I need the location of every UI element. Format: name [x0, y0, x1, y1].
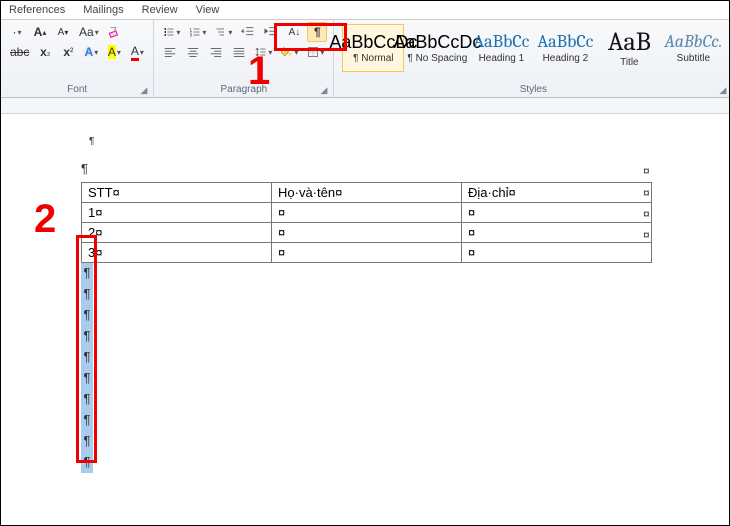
style-title[interactable]: AaBTitle	[598, 24, 660, 72]
font-dialog-launcher[interactable]: ◢	[140, 85, 147, 96]
superscript-button[interactable]: x²	[58, 42, 78, 62]
document-page[interactable]: ¶ ¶ STT¤ Họ·và·tên¤ Địa·chỉ¤ 1¤ ¤ ¤ 2¤ ¤…	[1, 114, 729, 524]
paragraph-mark: ¶	[81, 347, 93, 368]
svg-text:3: 3	[190, 33, 192, 37]
row-end-mark: ¤	[643, 207, 650, 221]
align-right-icon	[209, 45, 223, 59]
paragraph-mark: ¶	[81, 410, 93, 431]
table-cell[interactable]: 3¤	[82, 243, 272, 263]
table-row[interactable]: 3¤ ¤ ¤	[82, 243, 652, 263]
table-cell[interactable]: ¤	[462, 243, 652, 263]
table-cell[interactable]: STT¤	[82, 183, 272, 203]
tab-mailings[interactable]: Mailings	[83, 4, 123, 16]
styles-gallery[interactable]: AaBbCcDc¶ Normal AaBbCcDc¶ No Spacing Aa…	[340, 22, 726, 74]
eraser-icon	[108, 25, 122, 39]
row-end-mark: ¤	[643, 164, 650, 178]
cut-placeholder[interactable]: ·▾	[7, 22, 27, 42]
paragraph-mark: ¶	[81, 389, 93, 410]
style-heading2[interactable]: AaBbCcHeading 2	[534, 24, 596, 72]
callout-number-2: 2	[34, 197, 56, 242]
shading-button[interactable]: ▾	[278, 42, 301, 62]
row-end-mark: ¤	[643, 228, 650, 242]
table-cell[interactable]: ¤	[272, 223, 462, 243]
outdent-icon	[241, 25, 255, 39]
borders-button[interactable]: ▾	[304, 42, 327, 62]
paragraph-mark: ¶	[89, 136, 729, 147]
paragraph-mark: ¶	[81, 284, 93, 305]
paragraph-dialog-launcher[interactable]: ◢	[320, 85, 327, 96]
change-case-button[interactable]: Aa▾	[76, 22, 102, 42]
tab-review[interactable]: Review	[142, 4, 178, 16]
paragraph-mark: ¶	[81, 368, 93, 389]
justify-button[interactable]	[229, 42, 249, 62]
style-no-spacing[interactable]: AaBbCcDc¶ No Spacing	[406, 24, 468, 72]
clear-format-button[interactable]	[105, 22, 125, 42]
align-center-icon	[186, 45, 200, 59]
paragraph-mark: ¶	[81, 431, 93, 452]
selected-paragraphs[interactable]: ¶ ¶ ¶ ¶ ¶ ¶ ¶ ¶ ¶ ¶	[81, 263, 93, 473]
strike-button[interactable]: abc	[7, 42, 32, 62]
ribbon: ·▾ A▴ A▾ Aa▾ abc x₂ x² A▾ A▾ A▾ Font◢ ▾ …	[1, 20, 729, 98]
font-color-button[interactable]: A▾	[127, 42, 147, 62]
subscript-button[interactable]: x₂	[35, 42, 55, 62]
bullets-icon	[163, 25, 175, 39]
outdent-button[interactable]	[238, 22, 258, 42]
paragraph-mark: ¶	[81, 452, 93, 473]
table-cell[interactable]: 2¤	[82, 223, 272, 243]
table-cell[interactable]: ¤	[272, 243, 462, 263]
table-cell[interactable]: Địa·chỉ¤	[462, 183, 652, 203]
bucket-icon	[281, 45, 293, 59]
show-hide-button[interactable]: ¶	[307, 22, 327, 42]
bullets-button[interactable]: ▾	[160, 22, 183, 42]
tab-view[interactable]: View	[196, 4, 220, 16]
table-cell[interactable]: Họ·và·tên¤	[272, 183, 462, 203]
numbering-button[interactable]: 123▾	[186, 22, 209, 42]
content-table[interactable]: STT¤ Họ·và·tên¤ Địa·chỉ¤ 1¤ ¤ ¤ 2¤ ¤ ¤ 3…	[81, 182, 652, 263]
paragraph-mark: ¶	[81, 263, 93, 284]
paragraph-mark: ¶	[81, 305, 93, 326]
highlight-button[interactable]: A▾	[104, 42, 124, 62]
paragraph-mark: ¶	[81, 161, 729, 176]
callout-number-1: 1	[248, 49, 270, 94]
align-left-button[interactable]	[160, 42, 180, 62]
indent-button[interactable]	[261, 22, 281, 42]
align-center-button[interactable]	[183, 42, 203, 62]
font-group-label: Font	[67, 84, 87, 95]
row-end-mark: ¤	[643, 186, 650, 200]
table-cell[interactable]: ¤	[462, 203, 652, 223]
align-left-icon	[163, 45, 177, 59]
shrink-font-button[interactable]: A▾	[53, 22, 73, 42]
style-subtitle[interactable]: AaBbCc.Subtitle	[662, 24, 724, 72]
multilevel-icon	[215, 25, 227, 39]
styles-group-label: Styles	[520, 84, 547, 95]
justify-icon	[232, 45, 246, 59]
styles-dialog-launcher[interactable]: ◢	[719, 85, 726, 96]
text-effects-button[interactable]: A▾	[81, 42, 101, 62]
table-row[interactable]: STT¤ Họ·và·tên¤ Địa·chỉ¤	[82, 183, 652, 203]
table-cell[interactable]: ¤	[462, 223, 652, 243]
style-heading1[interactable]: AaBbCcHeading 1	[470, 24, 532, 72]
borders-icon	[307, 45, 319, 59]
ribbon-tabs: References Mailings Review View	[1, 1, 729, 20]
multilevel-button[interactable]: ▾	[212, 22, 235, 42]
ruler[interactable]	[1, 98, 729, 114]
align-right-button[interactable]	[206, 42, 226, 62]
numbering-icon: 123	[189, 25, 201, 39]
table-row[interactable]: 2¤ ¤ ¤	[82, 223, 652, 243]
table-row[interactable]: 1¤ ¤ ¤	[82, 203, 652, 223]
table-cell[interactable]: 1¤	[82, 203, 272, 223]
grow-font-button[interactable]: A▴	[30, 22, 50, 42]
tab-references[interactable]: References	[9, 4, 65, 16]
sort-button[interactable]: A↓	[284, 22, 304, 42]
table-cell[interactable]: ¤	[272, 203, 462, 223]
indent-icon	[264, 25, 278, 39]
paragraph-mark: ¶	[81, 326, 93, 347]
